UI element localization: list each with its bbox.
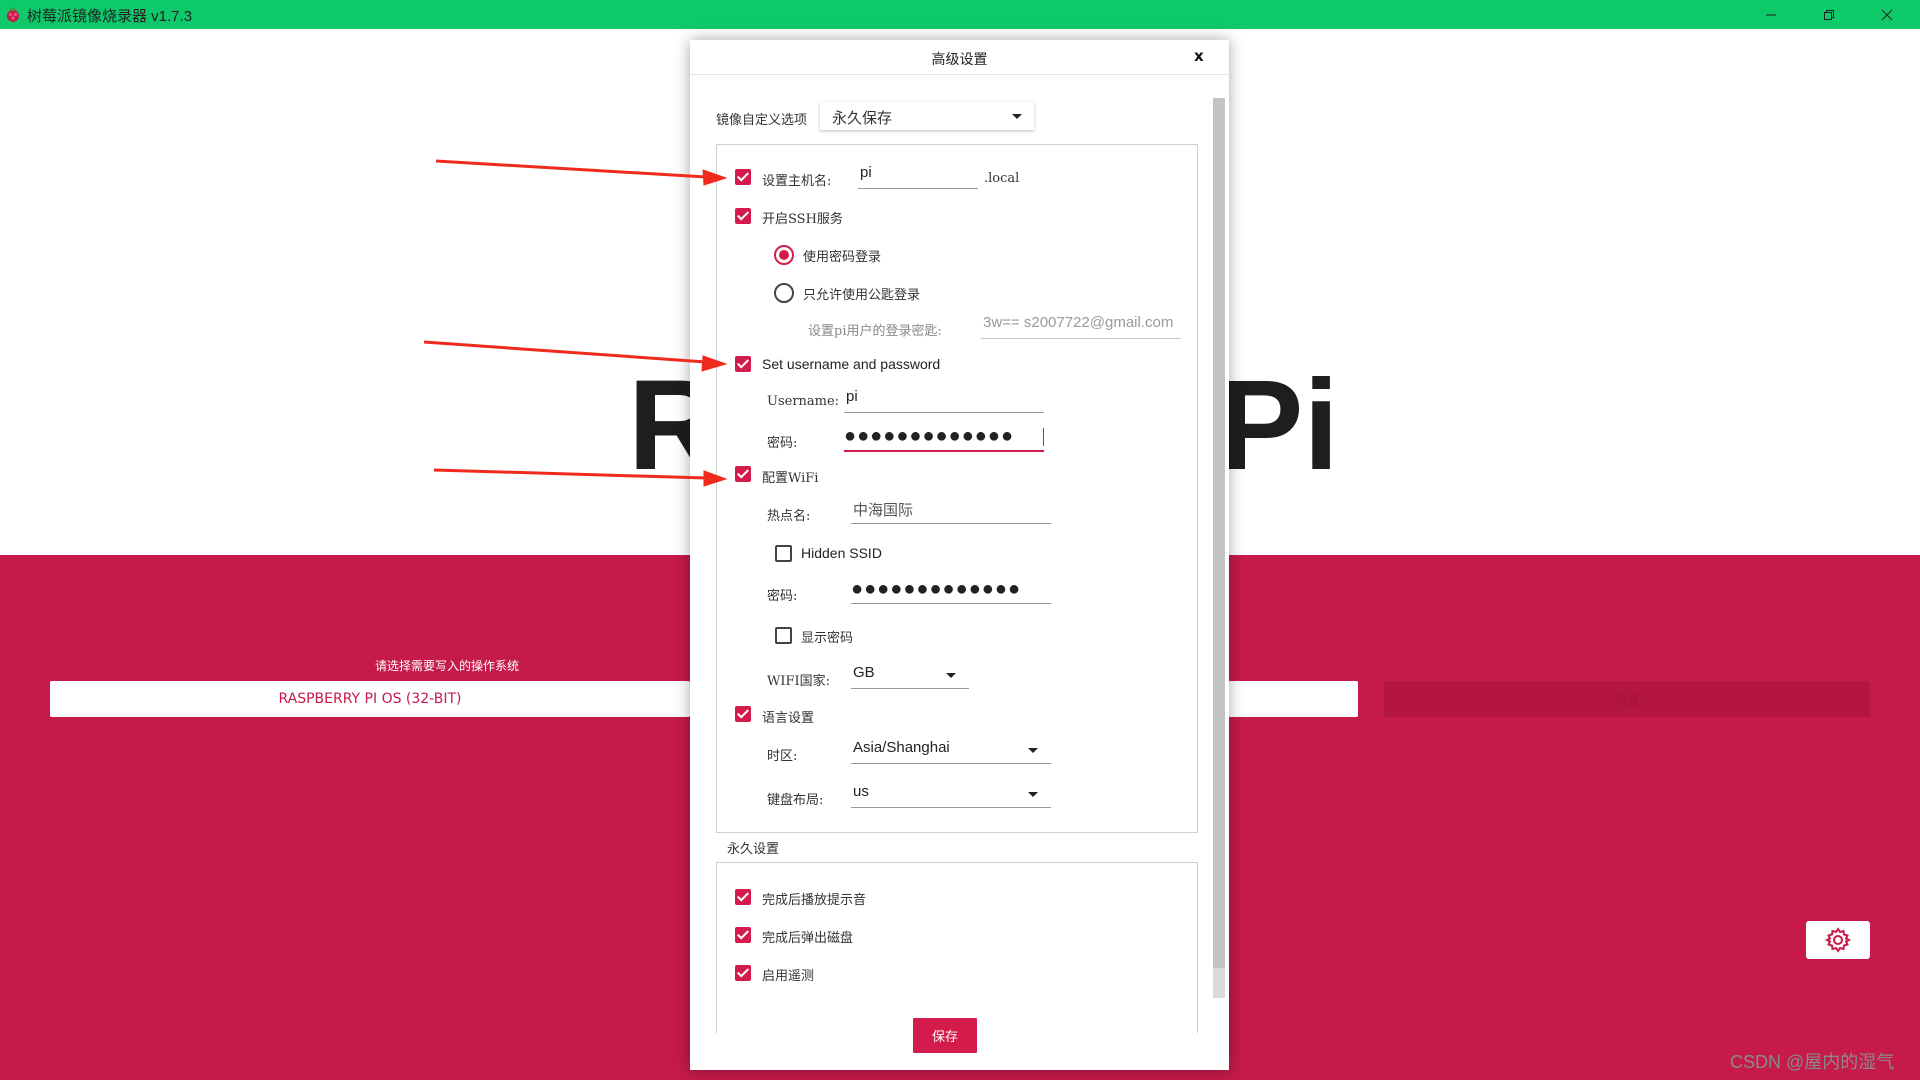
keyboard-label: 键盘布局: — [767, 793, 824, 808]
chevron-down-icon — [1028, 748, 1038, 753]
raspberry-logo-icon — [7, 7, 19, 22]
ssh-label: 开启SSH服务 — [762, 212, 843, 227]
hostname-input[interactable]: pi — [858, 162, 978, 189]
show-password-label: 显示密码 — [801, 631, 854, 646]
set-user-label: Set username and password — [762, 356, 941, 372]
ssh-key-value: 3w== s2007722@gmail.com — [983, 314, 1174, 331]
advanced-settings-dialog: 高级设置 x 镜像自定义选项 永久保存 设置主机名: pi .local 开启S… — [690, 40, 1229, 1070]
eject-checkbox[interactable] — [735, 927, 751, 943]
pubkey-login-label: 只允许使用公匙登录 — [803, 288, 921, 303]
dialog-close-button[interactable]: x — [1194, 47, 1204, 65]
timezone-label: 时区: — [767, 749, 798, 764]
password-login-radio[interactable] — [774, 245, 794, 265]
username-input[interactable]: pi — [844, 386, 1044, 413]
text-cursor — [1043, 428, 1044, 446]
choose-os-button[interactable]: RASPBERRY PI OS (32-BIT) — [50, 681, 690, 717]
persistent-group — [716, 862, 1198, 1033]
hostname-label: 设置主机名: — [762, 174, 832, 189]
keyboard-value: us — [853, 783, 869, 800]
pubkey-login-radio[interactable] — [774, 283, 794, 303]
locale-label: 语言设置 — [762, 711, 815, 726]
ssh-key-input[interactable]: 3w== s2007722@gmail.com — [981, 312, 1181, 339]
username-value: pi — [846, 388, 858, 405]
chevron-down-icon — [946, 673, 956, 678]
ssh-key-label: 设置pi用户的登录密匙: — [808, 324, 942, 339]
user-password-value: ●●●●●●●●●●●●● — [844, 426, 1015, 446]
hero-logo-text-right: Pi — [1218, 354, 1339, 497]
timezone-value: Asia/Shanghai — [853, 739, 950, 756]
persistent-settings-label: 永久设置 — [727, 842, 780, 857]
locale-checkbox[interactable] — [735, 706, 751, 722]
close-window-button[interactable] — [1864, 0, 1910, 29]
choose-storage-button[interactable] — [1228, 681, 1358, 717]
hidden-ssid-label: Hidden SSID — [801, 545, 882, 561]
chevron-down-icon — [1028, 792, 1038, 797]
ssid-value: 中海国际 — [853, 501, 914, 519]
wifi-country-label: WIFI国家: — [767, 674, 831, 689]
wifi-password-value: ●●●●●●●●●●●●● — [851, 579, 1022, 599]
image-options-value: 永久保存 — [832, 109, 893, 127]
watermark: CSDN @屋内的湿气 — [1730, 1052, 1895, 1072]
user-password-input[interactable]: ●●●●●●●●●●●●● — [844, 424, 1044, 452]
ssh-checkbox[interactable] — [735, 208, 751, 224]
show-password-checkbox[interactable] — [775, 627, 792, 644]
telemetry-checkbox[interactable] — [735, 965, 751, 981]
hostname-checkbox[interactable] — [735, 169, 751, 185]
dialog-header: 高级设置 x — [690, 40, 1229, 75]
hostname-suffix: .local — [984, 171, 1020, 186]
minimize-button[interactable] — [1748, 0, 1794, 29]
choose-os-label: RASPBERRY PI OS (32-BIT) — [278, 691, 462, 707]
scrollbar-thumb[interactable] — [1213, 98, 1225, 968]
timezone-select[interactable]: Asia/Shanghai — [851, 737, 1051, 764]
ssid-label: 热点名: — [767, 509, 811, 524]
beep-checkbox[interactable] — [735, 889, 751, 905]
telemetry-label: 启用遥测 — [762, 969, 815, 984]
gear-icon — [1825, 927, 1851, 953]
password-login-label: 使用密码登录 — [803, 250, 882, 265]
minimize-icon — [1766, 14, 1776, 15]
keyboard-select[interactable]: us — [851, 781, 1051, 808]
wifi-password-input[interactable]: ●●●●●●●●●●●●● — [851, 577, 1051, 604]
ssid-input[interactable]: 中海国际 — [851, 497, 1051, 524]
eject-label: 完成后弹出磁盘 — [762, 931, 854, 946]
settings-button[interactable] — [1806, 921, 1870, 959]
close-icon — [1881, 9, 1893, 20]
wifi-checkbox[interactable] — [735, 466, 751, 482]
user-password-label: 密码: — [767, 436, 798, 451]
image-options-select[interactable]: 永久保存 — [820, 102, 1034, 130]
wifi-label: 配置WiFi — [762, 471, 819, 486]
wifi-country-select[interactable]: GB — [851, 662, 969, 689]
restore-icon — [1824, 9, 1834, 20]
window-title: 树莓派镜像烧录器 v1.7.3 — [27, 8, 193, 25]
write-button[interactable]: 烧录 — [1384, 681, 1870, 717]
hidden-ssid-checkbox[interactable] — [775, 545, 792, 562]
username-label: Username: — [767, 394, 840, 409]
restore-button[interactable] — [1806, 0, 1852, 29]
chevron-down-icon — [1012, 114, 1022, 119]
set-user-checkbox[interactable] — [735, 356, 751, 372]
hostname-value: pi — [860, 164, 872, 181]
title-bar: 树莓派镜像烧录器 v1.7.3 — [0, 0, 1920, 29]
save-button[interactable]: 保存 — [913, 1018, 977, 1053]
image-options-label: 镜像自定义选项 — [716, 113, 808, 128]
wifi-country-value: GB — [853, 664, 875, 681]
wifi-password-label: 密码: — [767, 589, 798, 604]
beep-label: 完成后播放提示音 — [762, 893, 867, 908]
dialog-title: 高级设置 — [931, 52, 988, 68]
